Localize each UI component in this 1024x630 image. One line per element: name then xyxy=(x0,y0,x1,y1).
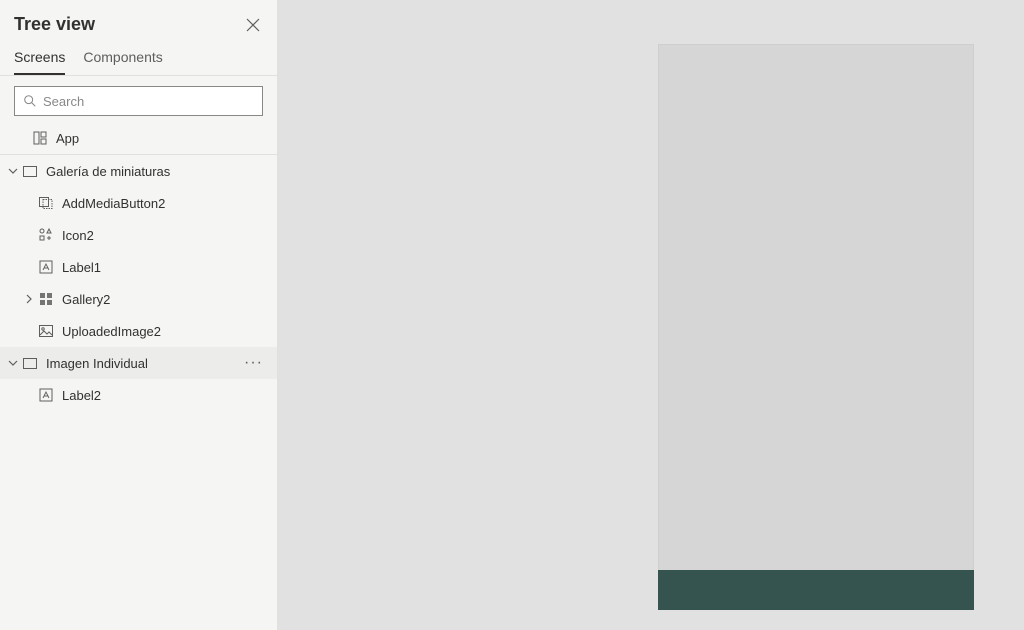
screen-icon xyxy=(22,163,38,179)
image-icon xyxy=(38,323,54,339)
chevron-down-icon[interactable] xyxy=(4,166,22,176)
media-icon xyxy=(38,195,54,211)
node-label: AddMediaButton2 xyxy=(62,196,269,211)
tab-screens[interactable]: Screens xyxy=(14,43,65,75)
tree-node-addmedia[interactable]: AddMediaButton2 xyxy=(0,187,277,219)
tree-view-panel: Tree view Screens Components App xyxy=(0,0,278,630)
node-label: UploadedImage2 xyxy=(62,324,269,339)
search-input[interactable] xyxy=(43,94,254,109)
node-label: Label2 xyxy=(62,388,269,403)
node-label: Gallery2 xyxy=(62,292,269,307)
tree-node-app[interactable]: App xyxy=(0,122,277,154)
tabs: Screens Components xyxy=(0,43,277,76)
screen-preview[interactable] xyxy=(658,44,974,610)
preview-bottom-bar xyxy=(658,570,974,610)
tree-node-screen-galeria[interactable]: Galería de miniaturas xyxy=(0,155,277,187)
app-icon xyxy=(32,130,48,146)
panel-title: Tree view xyxy=(14,14,95,35)
tree-node-gallery2[interactable]: Gallery2 xyxy=(0,283,277,315)
tree-node-label2[interactable]: Label2 xyxy=(0,379,277,411)
gallery-icon xyxy=(38,291,54,307)
tree-node-icon2[interactable]: Icon2 xyxy=(0,219,277,251)
panel-header: Tree view xyxy=(0,0,277,43)
node-label: Imagen Individual xyxy=(46,356,238,371)
node-label: Galería de miniaturas xyxy=(46,164,269,179)
tab-components[interactable]: Components xyxy=(83,43,162,75)
screen-icon xyxy=(22,355,38,371)
chevron-right-icon[interactable] xyxy=(20,294,38,304)
search-icon xyxy=(23,94,37,108)
tree: App Galería de miniaturas AddMediaButton… xyxy=(0,122,277,630)
chevron-down-icon[interactable] xyxy=(4,358,22,368)
search-box[interactable] xyxy=(14,86,263,116)
label-icon xyxy=(38,259,54,275)
search-container xyxy=(0,76,277,122)
more-actions-button[interactable]: ··· xyxy=(238,354,269,372)
node-label: Icon2 xyxy=(62,228,269,243)
node-label: App xyxy=(56,131,269,146)
tree-node-uploadedimage2[interactable]: UploadedImage2 xyxy=(0,315,277,347)
node-label: Label1 xyxy=(62,260,269,275)
label-icon xyxy=(38,387,54,403)
tree-node-label1[interactable]: Label1 xyxy=(0,251,277,283)
icons-icon xyxy=(38,227,54,243)
close-panel-button[interactable] xyxy=(243,15,263,35)
canvas-area[interactable] xyxy=(278,0,1024,630)
close-icon xyxy=(246,18,260,32)
tree-node-screen-imagen[interactable]: Imagen Individual ··· xyxy=(0,347,277,379)
